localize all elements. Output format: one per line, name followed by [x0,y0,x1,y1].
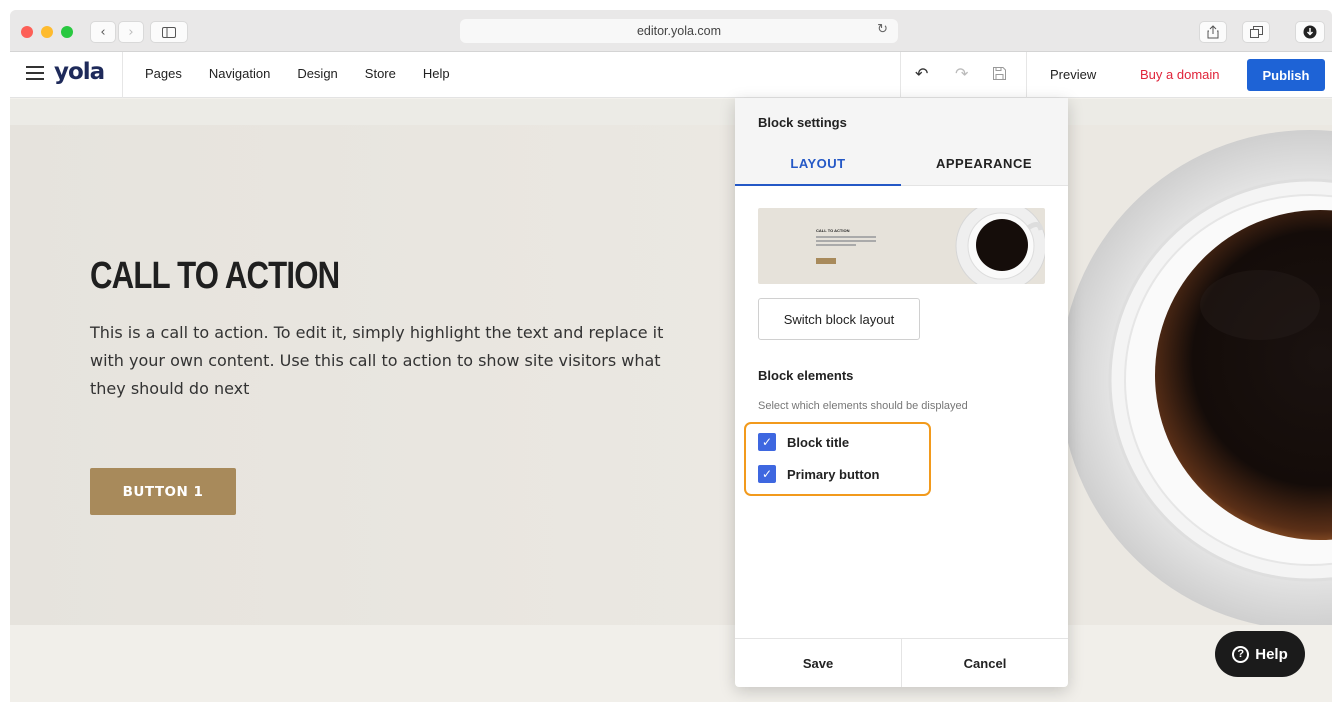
toolbar-divider [1026,52,1027,98]
thumbnail-text-line [816,236,876,238]
block-title-label: Block title [787,434,850,450]
close-window-button[interactable] [21,26,33,38]
address-bar[interactable]: editor.yola.com ↻ [460,19,898,43]
cta-title[interactable]: CALL TO ACTION [90,255,340,298]
cta-text[interactable]: This is a call to action. To edit it, si… [90,319,690,403]
cancel-button[interactable]: Cancel [901,639,1068,687]
tabs-overview-icon[interactable] [1242,21,1270,43]
browser-window: ‹ › editor.yola.com ↻ yola Pages Navigat… [10,10,1332,702]
nav-navigation[interactable]: Navigation [209,66,270,81]
cta-button[interactable]: BUTTON 1 [90,468,236,515]
toolbar-divider [122,52,123,98]
page-section-below [10,625,1332,702]
thumbnail-title: CALL TO ACTION [816,228,850,233]
thumbnail-coffee-image [955,208,1045,284]
help-circle-icon: ? [1232,645,1250,663]
primary-button-label: Primary button [787,466,880,482]
zoom-window-button[interactable] [61,26,73,38]
block-title-option[interactable]: ✓ Block title [758,433,849,451]
layout-thumbnail: CALL TO ACTION [758,208,1045,284]
switch-layout-button[interactable]: Switch block layout [758,298,920,340]
coffee-cup-image [1060,130,1332,630]
sidebar-toggle-icon[interactable] [150,21,188,43]
panel-header: Block settings LAYOUT APPEARANCE [735,98,1068,186]
save-icon[interactable] [992,66,1007,85]
tab-appearance[interactable]: APPEARANCE [901,156,1067,171]
share-icon[interactable] [1199,21,1227,43]
cta-block[interactable]: CALL TO ACTION This is a call to action.… [10,125,1332,630]
publish-button[interactable]: Publish [1247,59,1325,91]
block-elements-heading: Block elements [758,368,854,383]
block-settings-panel: Block settings LAYOUT APPEARANCE CALL TO… [735,98,1068,687]
menu-icon[interactable] [26,66,44,80]
check-icon[interactable]: ✓ [758,465,776,483]
url-text: editor.yola.com [636,24,722,38]
panel-title: Block settings [758,115,847,130]
tab-layout[interactable]: LAYOUT [735,156,901,171]
thumbnail-button [816,258,836,264]
thumbnail-text-line [816,244,856,246]
nav-store[interactable]: Store [365,66,396,81]
minimize-window-button[interactable] [41,26,53,38]
download-icon[interactable] [1295,21,1325,43]
undo-icon[interactable]: ↶ [915,64,928,83]
buy-domain-link[interactable]: Buy a domain [1140,67,1220,82]
primary-button-option[interactable]: ✓ Primary button [758,465,879,483]
panel-footer: Save Cancel [735,638,1068,687]
check-icon[interactable]: ✓ [758,433,776,451]
nav-design[interactable]: Design [297,66,337,81]
back-icon[interactable]: ‹ [90,21,116,43]
nav-pages[interactable]: Pages [145,66,182,81]
nav-help[interactable]: Help [423,66,450,81]
yola-logo[interactable]: yola [54,59,105,85]
block-elements-description: Select which elements should be displaye… [758,400,968,412]
active-tab-indicator [735,184,901,186]
preview-button[interactable]: Preview [1050,67,1096,82]
editor-nav: Pages Navigation Design Store Help [145,66,450,81]
editor-toolbar: yola Pages Navigation Design Store Help … [10,52,1332,98]
help-label: Help [1255,645,1288,663]
toolbar-divider [900,52,901,98]
help-chat-button[interactable]: ? Help [1215,631,1305,677]
forward-icon[interactable]: › [118,21,144,43]
save-button[interactable]: Save [735,639,901,687]
page-canvas: CALL TO ACTION This is a call to action.… [10,99,1332,702]
browser-chrome: ‹ › editor.yola.com ↻ [10,10,1332,52]
thumbnail-text-line [816,240,876,242]
reload-icon[interactable]: ↻ [877,22,888,37]
redo-icon[interactable]: ↷ [955,64,968,83]
